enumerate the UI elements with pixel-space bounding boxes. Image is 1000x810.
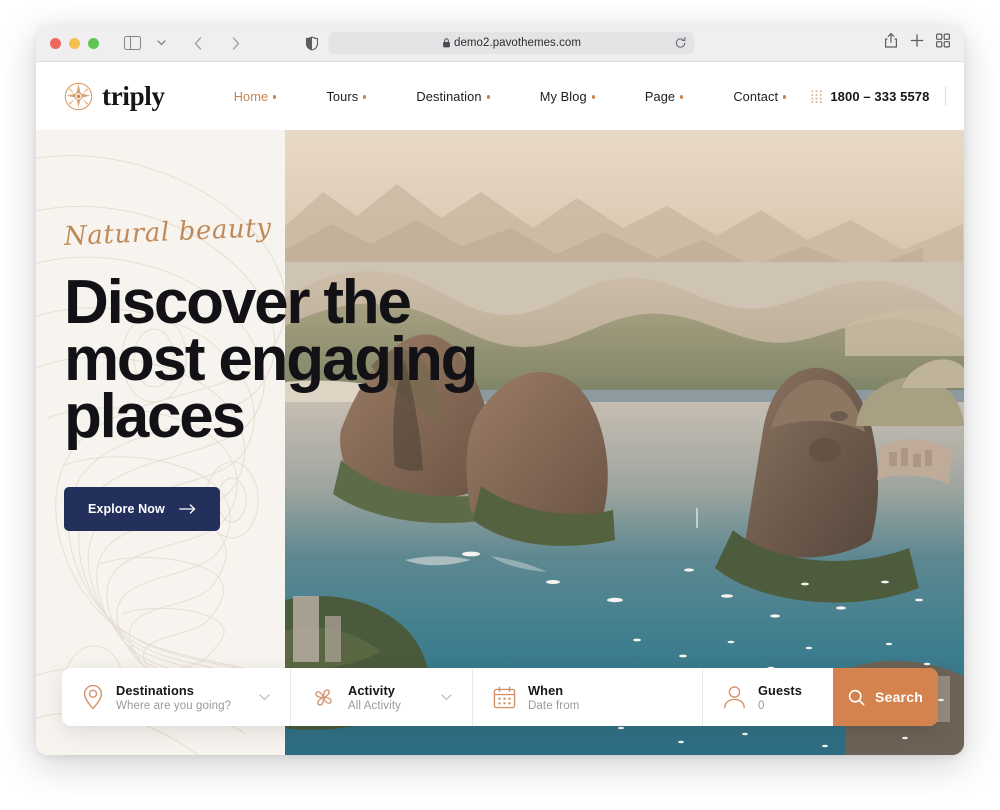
- plus-icon[interactable]: [910, 34, 924, 53]
- nav-item-destination[interactable]: Destination: [391, 83, 514, 110]
- search-button-label: Search: [875, 689, 923, 705]
- compass-star-icon: [64, 82, 93, 110]
- nav-label: Page: [644, 88, 676, 104]
- hero-title-line-3: places: [64, 382, 246, 452]
- url-input[interactable]: demo2.pavothemes.com: [328, 32, 695, 54]
- browser-toolbar: demo2.pavothemes.com: [36, 25, 964, 62]
- search-field-title: Guests: [758, 682, 802, 698]
- user-account-icon[interactable]: [962, 88, 964, 105]
- url-text: demo2.pavothemes.com: [454, 37, 581, 49]
- search-field-title: When: [528, 682, 564, 698]
- traffic-lights: [50, 37, 99, 49]
- browser-window: demo2.pavothemes.com triply Home Tours D…: [36, 25, 964, 755]
- nav-label: Tours: [326, 88, 359, 104]
- maximize-window-button[interactable]: [88, 37, 99, 49]
- hero-section: Natural beauty Discover the most engagin…: [36, 130, 964, 755]
- nav-item-page[interactable]: Page: [620, 83, 708, 110]
- trip-search-bar: Destinations Where are you going? Activi…: [62, 668, 938, 726]
- nav-dot-icon: [783, 95, 787, 99]
- person-icon: [723, 685, 746, 709]
- search-field-subtitle: Date from: [528, 699, 580, 712]
- hero-title-line-2: most engaging: [64, 325, 479, 395]
- search-field-activity[interactable]: Activity All Activity: [291, 668, 473, 726]
- tab-overview-icon[interactable]: [936, 33, 950, 53]
- share-icon[interactable]: [884, 33, 898, 54]
- nav-item-my-blog[interactable]: My Blog: [515, 83, 620, 110]
- hero-title-line-1: Discover the: [64, 268, 412, 337]
- search-field-destinations[interactable]: Destinations Where are you going?: [62, 668, 291, 726]
- website-viewport: triply Home Tours Destination My Blog Pa…: [36, 62, 964, 755]
- site-header: triply Home Tours Destination My Blog Pa…: [36, 62, 964, 130]
- map-pin-icon: [82, 684, 104, 710]
- activity-pinwheel-icon: [311, 685, 336, 710]
- close-window-button[interactable]: [50, 37, 61, 49]
- search-field-title: Activity: [348, 682, 396, 698]
- search-button[interactable]: Search: [833, 668, 938, 726]
- hero-content: Natural beauty Discover the most engagin…: [63, 213, 704, 532]
- header-divider: [945, 86, 947, 106]
- shield-privacy-icon[interactable]: [305, 35, 319, 51]
- search-field-guests[interactable]: Guests 0: [703, 668, 833, 726]
- toolbar-right-controls: [884, 33, 950, 54]
- chevron-down-icon[interactable]: [259, 693, 270, 701]
- minimize-window-button[interactable]: [69, 37, 80, 49]
- toolbar-left-controls: [119, 31, 249, 55]
- nav-label: My Blog: [539, 88, 587, 104]
- nav-item-tours[interactable]: Tours: [301, 83, 391, 110]
- explore-now-label: Explore Now: [88, 502, 165, 517]
- nav-item-contact[interactable]: Contact: [708, 83, 811, 110]
- nav-dot-icon: [680, 95, 684, 99]
- search-magnifier-icon: [848, 689, 865, 706]
- search-field-subtitle: 0: [758, 699, 765, 712]
- lock-icon: [442, 38, 450, 48]
- search-field-title: Destinations: [116, 682, 194, 698]
- phone-number: 1800 – 333 5578: [830, 88, 930, 104]
- nav-label: Home: [233, 88, 269, 104]
- calendar-icon: [493, 686, 516, 709]
- search-field-subtitle: All Activity: [348, 699, 401, 712]
- nav-label: Contact: [733, 88, 779, 104]
- search-field-when[interactable]: When Date from: [473, 668, 703, 726]
- nav-item-home[interactable]: Home: [209, 83, 302, 110]
- sidebar-toggle-icon[interactable]: [119, 31, 145, 55]
- chevron-down-icon[interactable]: [441, 693, 452, 701]
- dot-grid-icon: [811, 89, 823, 103]
- explore-now-button[interactable]: Explore Now: [64, 487, 220, 532]
- site-logo[interactable]: triply: [64, 82, 165, 111]
- nav-label: Destination: [416, 88, 482, 104]
- forward-arrow-icon[interactable]: [223, 31, 249, 55]
- reload-icon[interactable]: [675, 37, 687, 49]
- arrow-right-icon: [178, 504, 196, 514]
- chevron-down-icon[interactable]: [148, 31, 174, 55]
- back-arrow-icon[interactable]: [185, 31, 211, 55]
- search-field-subtitle: Where are you going?: [116, 699, 232, 712]
- nav-dot-icon: [273, 95, 277, 99]
- nav-dot-icon: [591, 95, 595, 99]
- logo-text: triply: [102, 80, 165, 111]
- page-title: Discover the most engaging places: [64, 268, 704, 452]
- phone-block[interactable]: 1800 – 333 5578: [811, 89, 929, 104]
- address-bar-area: demo2.pavothemes.com: [305, 32, 695, 54]
- header-right-actions: 1800 – 333 5578: [811, 86, 964, 106]
- nav-dot-icon: [363, 95, 367, 99]
- main-navigation: Home Tours Destination My Blog Page Cont…: [209, 83, 812, 110]
- nav-dot-icon: [486, 95, 490, 99]
